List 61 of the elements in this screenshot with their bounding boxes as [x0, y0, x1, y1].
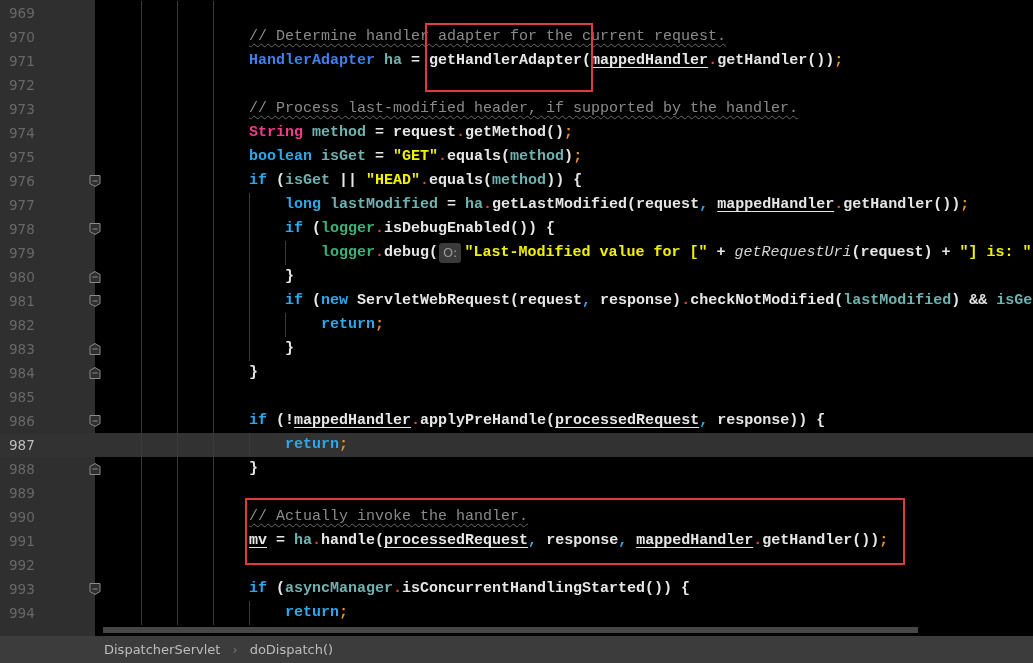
code-line: if (isGet || "HEAD".equals(method)) {	[249, 171, 583, 191]
line-number: 976	[9, 173, 35, 189]
line-number: 972	[9, 77, 35, 93]
code-line: }	[285, 339, 294, 359]
line-number: 971	[9, 53, 35, 69]
line-number: 982	[9, 317, 35, 333]
line-number: 986	[9, 413, 35, 429]
code-line: return;	[285, 603, 349, 623]
line-number: 991	[9, 533, 35, 549]
line-number: 970	[9, 29, 35, 45]
code-line: if (!mappedHandler.applyPreHandle(processedRequest, response)) {	[249, 411, 826, 431]
code-line: String method = request.getMethod();	[249, 123, 574, 143]
code-line: "Last-Modified value for [" + getRequestUri(request) + "] is: "	[464, 243, 1032, 263]
parameter-hint: O:	[439, 243, 462, 263]
line-number: 978	[9, 221, 35, 237]
fold-collapse-icon[interactable]	[88, 294, 102, 308]
code-line: }	[285, 267, 294, 287]
code-line: boolean isGet = "GET".equals(method);	[249, 147, 583, 167]
line-number: 990	[9, 509, 35, 525]
line-number: 969	[9, 5, 35, 21]
fold-collapse-icon[interactable]	[88, 414, 102, 428]
code-line: mv = ha.handle(processedRequest, response, mappedHandler.getHandler());	[249, 531, 889, 551]
fold-collapse-icon[interactable]	[88, 222, 102, 236]
line-number: 988	[9, 461, 35, 477]
code-line: if (new ServletWebRequest(request, response).checkNotModified(lastModified) && isGe	[285, 291, 1033, 311]
code-line: long lastModified = ha.getLastModified(request, mappedHandler.getHandler());	[285, 195, 970, 215]
fold-end-icon[interactable]	[88, 366, 102, 380]
code-line: }	[249, 363, 258, 383]
fold-end-icon[interactable]	[88, 270, 102, 284]
code-line: return;	[285, 435, 349, 455]
line-number: 979	[9, 245, 35, 261]
code-line: return;	[321, 315, 385, 335]
fold-end-icon[interactable]	[88, 462, 102, 476]
code-comment: // Actually invoke the handler.	[249, 507, 529, 527]
code-line: if (logger.isDebugEnabled()) {	[285, 219, 556, 239]
code-comment: // Process last-modified header, if supported by the handler.	[249, 99, 799, 119]
horizontal-scrollbar[interactable]	[103, 627, 918, 633]
line-number: 980	[9, 269, 35, 285]
line-number: 977	[9, 197, 35, 213]
line-number: 974	[9, 125, 35, 141]
line-number: 981	[9, 293, 35, 309]
fold-collapse-icon[interactable]	[88, 174, 102, 188]
line-number: 975	[9, 149, 35, 165]
code-line: logger.debug(	[321, 243, 439, 263]
line-number: 985	[9, 389, 35, 405]
code-line: if (asyncManager.isConcurrentHandlingStarted()) {	[249, 579, 691, 599]
line-number: 989	[9, 485, 35, 501]
line-number: 973	[9, 101, 35, 117]
code-line: }	[249, 459, 258, 479]
line-number: 992	[9, 557, 35, 573]
breadcrumb-item[interactable]: doDispatch()	[249, 642, 334, 657]
line-number: 993	[9, 581, 35, 597]
fold-collapse-icon[interactable]	[88, 582, 102, 596]
breadcrumb-separator: ›	[232, 642, 238, 657]
fold-end-icon[interactable]	[88, 342, 102, 356]
code-line: HandlerAdapter ha = getHandlerAdapter(mappedHandler.getHandler());	[249, 51, 844, 71]
line-number: 984	[9, 365, 35, 381]
breadcrumb-item[interactable]: DispatcherServlet	[104, 642, 221, 657]
line-number: 987	[9, 437, 35, 453]
line-number: 994	[9, 605, 35, 621]
line-number: 983	[9, 341, 35, 357]
